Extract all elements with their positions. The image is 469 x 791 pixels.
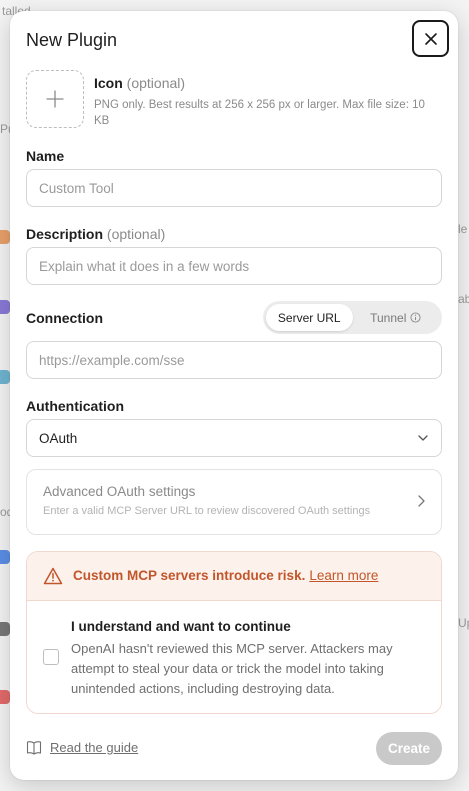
tab-tunnel[interactable]: Tunnel [353, 304, 440, 331]
new-plugin-dialog: New Plugin Icon (optional) PNG only. Bes… [10, 11, 458, 780]
description-input[interactable] [26, 247, 442, 285]
description-label-text: Description [26, 226, 104, 242]
risk-warning-panel: Custom MCP servers introduce risk. Learn … [26, 551, 442, 714]
icon-hint-text: PNG only. Best results at 256 x 256 px o… [94, 99, 425, 127]
background-app-icon [0, 622, 10, 636]
consent-title: I understand and want to continue [71, 619, 291, 634]
risk-warning-text: Custom MCP servers introduce risk. [73, 568, 306, 583]
advanced-oauth-settings[interactable]: Advanced OAuth settings Enter a valid MC… [26, 469, 442, 535]
background-app-icon [0, 370, 10, 384]
connection-type-toggle: Server URL Tunnel [263, 301, 442, 334]
name-field-label: Name [26, 148, 65, 164]
dialog-title: New Plugin [26, 30, 118, 50]
warning-icon [43, 567, 63, 585]
info-icon [410, 312, 421, 323]
background-fragment: le [458, 222, 468, 236]
consent-checkbox[interactable] [43, 649, 59, 665]
background-fragment: ab [458, 292, 469, 306]
authentication-select[interactable]: OAuth [26, 419, 442, 457]
background-fragment: Up [458, 616, 469, 630]
background-app-icon [0, 550, 10, 564]
tab-server-url[interactable]: Server URL [266, 304, 353, 331]
learn-more-link[interactable]: Learn more [309, 568, 378, 583]
create-button[interactable]: Create [376, 732, 442, 765]
description-field-label: Description (optional) [26, 226, 165, 242]
optional-tag: (optional) [126, 75, 186, 91]
connection-field-label: Connection [26, 310, 103, 326]
consent-section: I understand and want to continue OpenAI… [27, 601, 441, 713]
authentication-selected-value: OAuth [39, 430, 78, 446]
icon-upload-dropzone[interactable] [26, 70, 84, 128]
chevron-down-icon [418, 435, 428, 441]
icon-label-text: Icon [94, 75, 123, 91]
plus-icon [46, 90, 64, 108]
consent-description: OpenAI hasn't reviewed this MCP server. … [71, 641, 393, 696]
chevron-right-icon [418, 495, 425, 507]
advanced-oauth-subtitle: Enter a valid MCP Server URL to review d… [43, 505, 371, 517]
authentication-field-label: Authentication [26, 398, 124, 414]
risk-warning-header: Custom MCP servers introduce risk. Learn … [27, 552, 441, 601]
read-guide-link[interactable]: Read the guide [26, 740, 138, 755]
read-guide-label: Read the guide [50, 740, 139, 755]
advanced-oauth-title: Advanced OAuth settings [43, 484, 196, 499]
background-app-icon [0, 230, 10, 244]
icon-field-label: Icon (optional) [94, 75, 185, 91]
background-app-icon [0, 300, 10, 314]
optional-tag: (optional) [106, 226, 166, 242]
close-icon [424, 32, 437, 45]
tab-label: Tunnel [370, 310, 407, 325]
book-icon [26, 741, 42, 755]
tab-label: Server URL [277, 310, 341, 325]
close-button[interactable] [412, 20, 449, 57]
background-app-icon [0, 690, 10, 704]
server-url-input[interactable] [26, 341, 442, 379]
name-input[interactable] [26, 169, 442, 207]
